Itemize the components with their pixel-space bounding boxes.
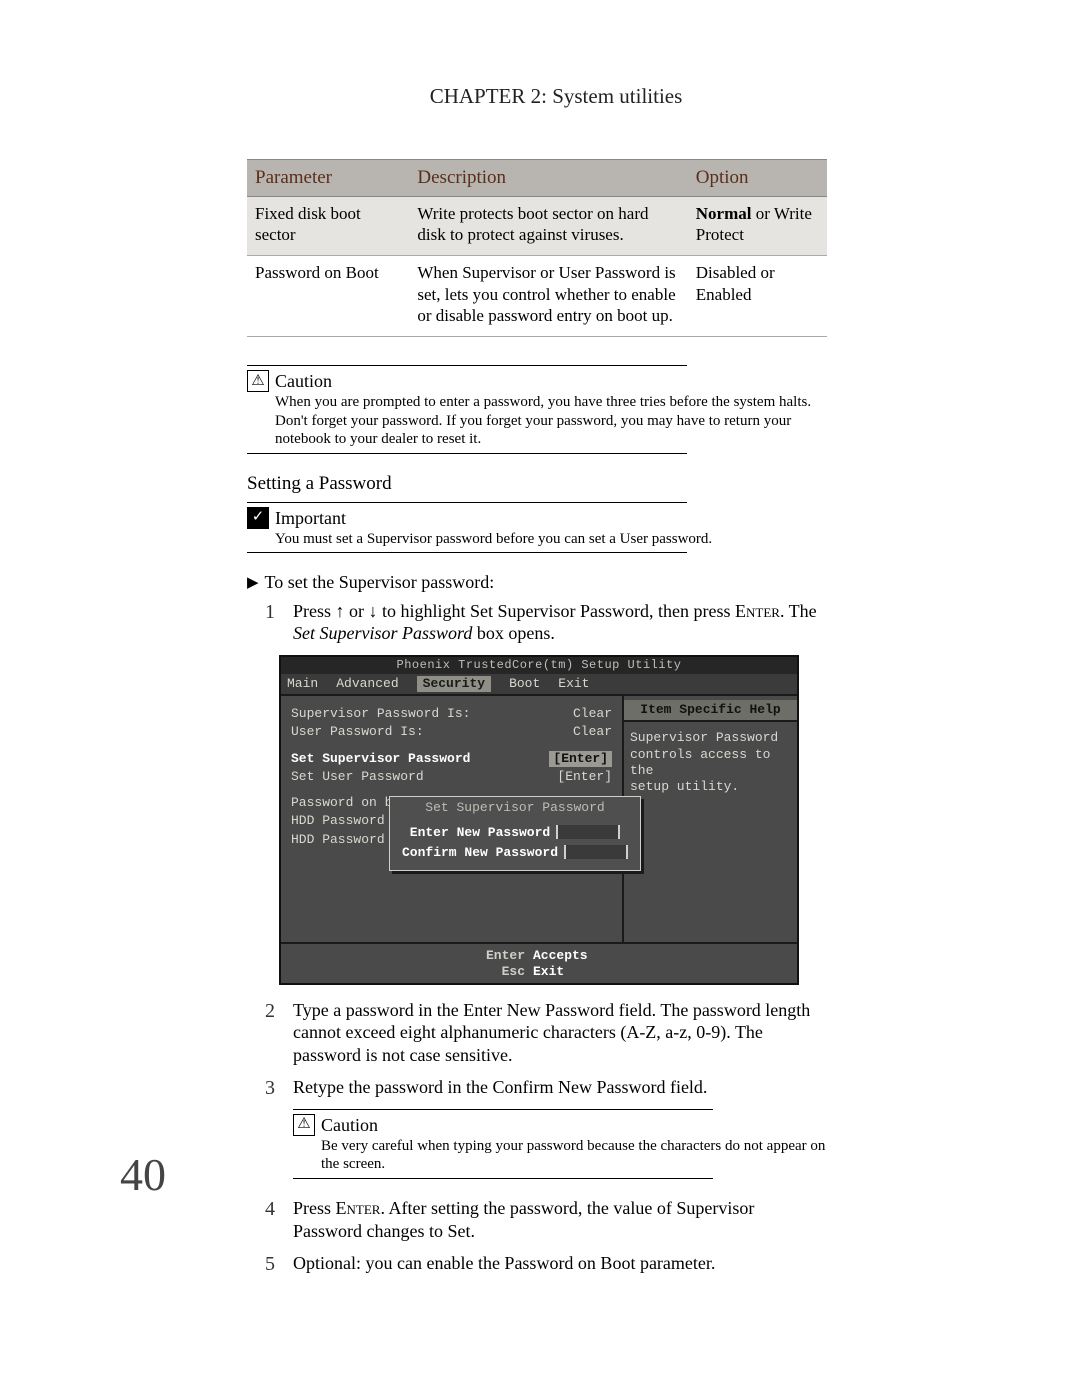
parameter-table: Parameter Description Option Fixed disk … xyxy=(247,159,827,337)
bios-menu-advanced: Advanced xyxy=(336,676,398,692)
bios-dialog: Set Supervisor Password Enter New Passwo… xyxy=(389,796,641,871)
warning-icon: ⚠ xyxy=(247,370,269,392)
bios-dialog-row: Confirm New Password xyxy=(390,845,640,861)
page-number: 40 xyxy=(120,1148,166,1201)
th-description: Description xyxy=(409,160,687,197)
step-2: 2 Type a password in the Enter New Passw… xyxy=(265,999,827,1067)
bios-menu-exit: Exit xyxy=(558,676,589,692)
caution-block: ⚠ Caution Be very careful when typing yo… xyxy=(293,1109,827,1179)
step-4: 4 Press Enter. After setting the passwor… xyxy=(265,1197,827,1242)
password-field xyxy=(556,825,620,839)
caution-title: Caution xyxy=(321,1115,378,1135)
cell-desc: When Supervisor or User Password is set,… xyxy=(409,256,687,337)
bios-title: Phoenix TrustedCore(tm) Setup Utility xyxy=(281,657,797,674)
warning-icon: ⚠ xyxy=(293,1114,315,1136)
bios-menubar: Main Advanced Security Boot Exit xyxy=(281,674,797,696)
down-arrow-icon: ↓ xyxy=(369,601,378,621)
step-5: 5 Optional: you can enable the Password … xyxy=(265,1252,827,1277)
table-row: Fixed disk boot sector Write protects bo… xyxy=(247,196,827,256)
triangle-icon: ▶ xyxy=(247,574,259,593)
bios-dialog-title: Set Supervisor Password xyxy=(390,797,640,822)
bios-row: Supervisor Password Is:Clear xyxy=(291,706,612,722)
bios-help-text: Supervisor Password xyxy=(630,730,791,746)
bios-menu-boot: Boot xyxy=(509,676,540,692)
bios-help-text: controls access to the xyxy=(630,747,791,780)
bios-row-selected: Set Supervisor Password[Enter] xyxy=(291,751,612,767)
caution-text: Be very careful when typing your passwor… xyxy=(321,1138,825,1173)
step-3: 3 Retype the password in the Confirm New… xyxy=(265,1076,827,1187)
chapter-header: CHAPTER 2: System utilities xyxy=(132,84,980,109)
table-row: Password on Boot When Supervisor or User… xyxy=(247,256,827,337)
important-title: Important xyxy=(275,508,346,528)
caution-title: Caution xyxy=(275,371,332,391)
bios-dialog-row: Enter New Password xyxy=(390,825,640,841)
cell-param: Fixed disk boot sector xyxy=(247,196,409,256)
cell-option: Disabled or Enabled xyxy=(688,256,827,337)
caution-text: When you are prompted to enter a passwor… xyxy=(275,394,811,448)
bios-screenshot: Phoenix TrustedCore(tm) Setup Utility Ma… xyxy=(279,655,799,985)
bios-row: User Password Is:Clear xyxy=(291,724,612,740)
check-icon: ✓ xyxy=(247,507,269,529)
important-text: You must set a Supervisor password befor… xyxy=(275,531,712,547)
cell-option: Normal or Write Protect xyxy=(688,196,827,256)
bios-footer: EnterAccepts EscExit xyxy=(281,942,797,985)
section-heading: Setting a Password xyxy=(247,472,827,496)
bios-help-header: Item Specific Help xyxy=(624,700,797,722)
step-lead: ▶ To set the Supervisor password: xyxy=(247,571,827,594)
up-arrow-icon: ↑ xyxy=(336,601,345,621)
bios-menu-security: Security xyxy=(417,676,491,692)
password-field xyxy=(564,845,628,859)
important-block: ✓ Important You must set a Supervisor pa… xyxy=(247,502,827,554)
bios-menu-main: Main xyxy=(287,676,318,692)
cell-param: Password on Boot xyxy=(247,256,409,337)
caution-block: ⚠ Caution When you are prompted to enter… xyxy=(247,365,827,454)
bios-row: Set User Password[Enter] xyxy=(291,769,612,785)
bios-help-text: setup utility. xyxy=(630,779,791,795)
step-1: 1 Press ↑ or ↓ to highlight Set Supervis… xyxy=(265,600,827,645)
th-option: Option xyxy=(688,160,827,197)
cell-desc: Write protects boot sector on hard disk … xyxy=(409,196,687,256)
th-parameter: Parameter xyxy=(247,160,409,197)
